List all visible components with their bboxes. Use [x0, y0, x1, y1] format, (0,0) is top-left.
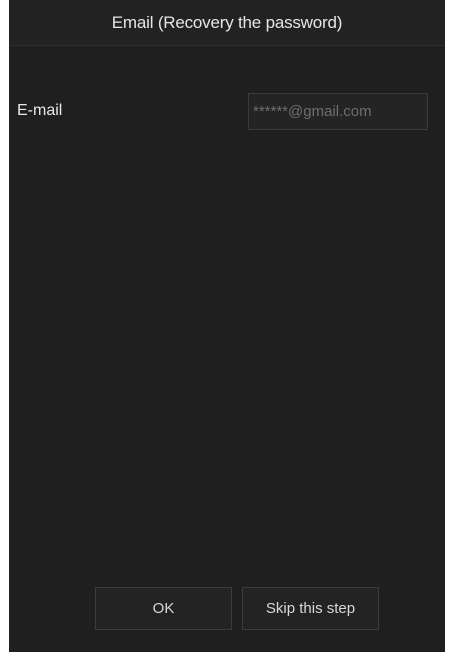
email-field[interactable]	[248, 93, 428, 130]
ok-button-label: OK	[152, 600, 175, 617]
skip-this-step-button[interactable]: Skip this step	[242, 587, 379, 630]
email-recovery-dialog: Email (Recovery the password) E-mail OK …	[9, 0, 445, 652]
ok-button[interactable]: OK	[95, 587, 232, 630]
email-label: E-mail	[17, 102, 63, 119]
dialog-title: Email (Recovery the password)	[111, 12, 343, 32]
skip-button-label: Skip this step	[265, 600, 356, 617]
dialog-title-bar: Email (Recovery the password)	[9, 0, 445, 46]
